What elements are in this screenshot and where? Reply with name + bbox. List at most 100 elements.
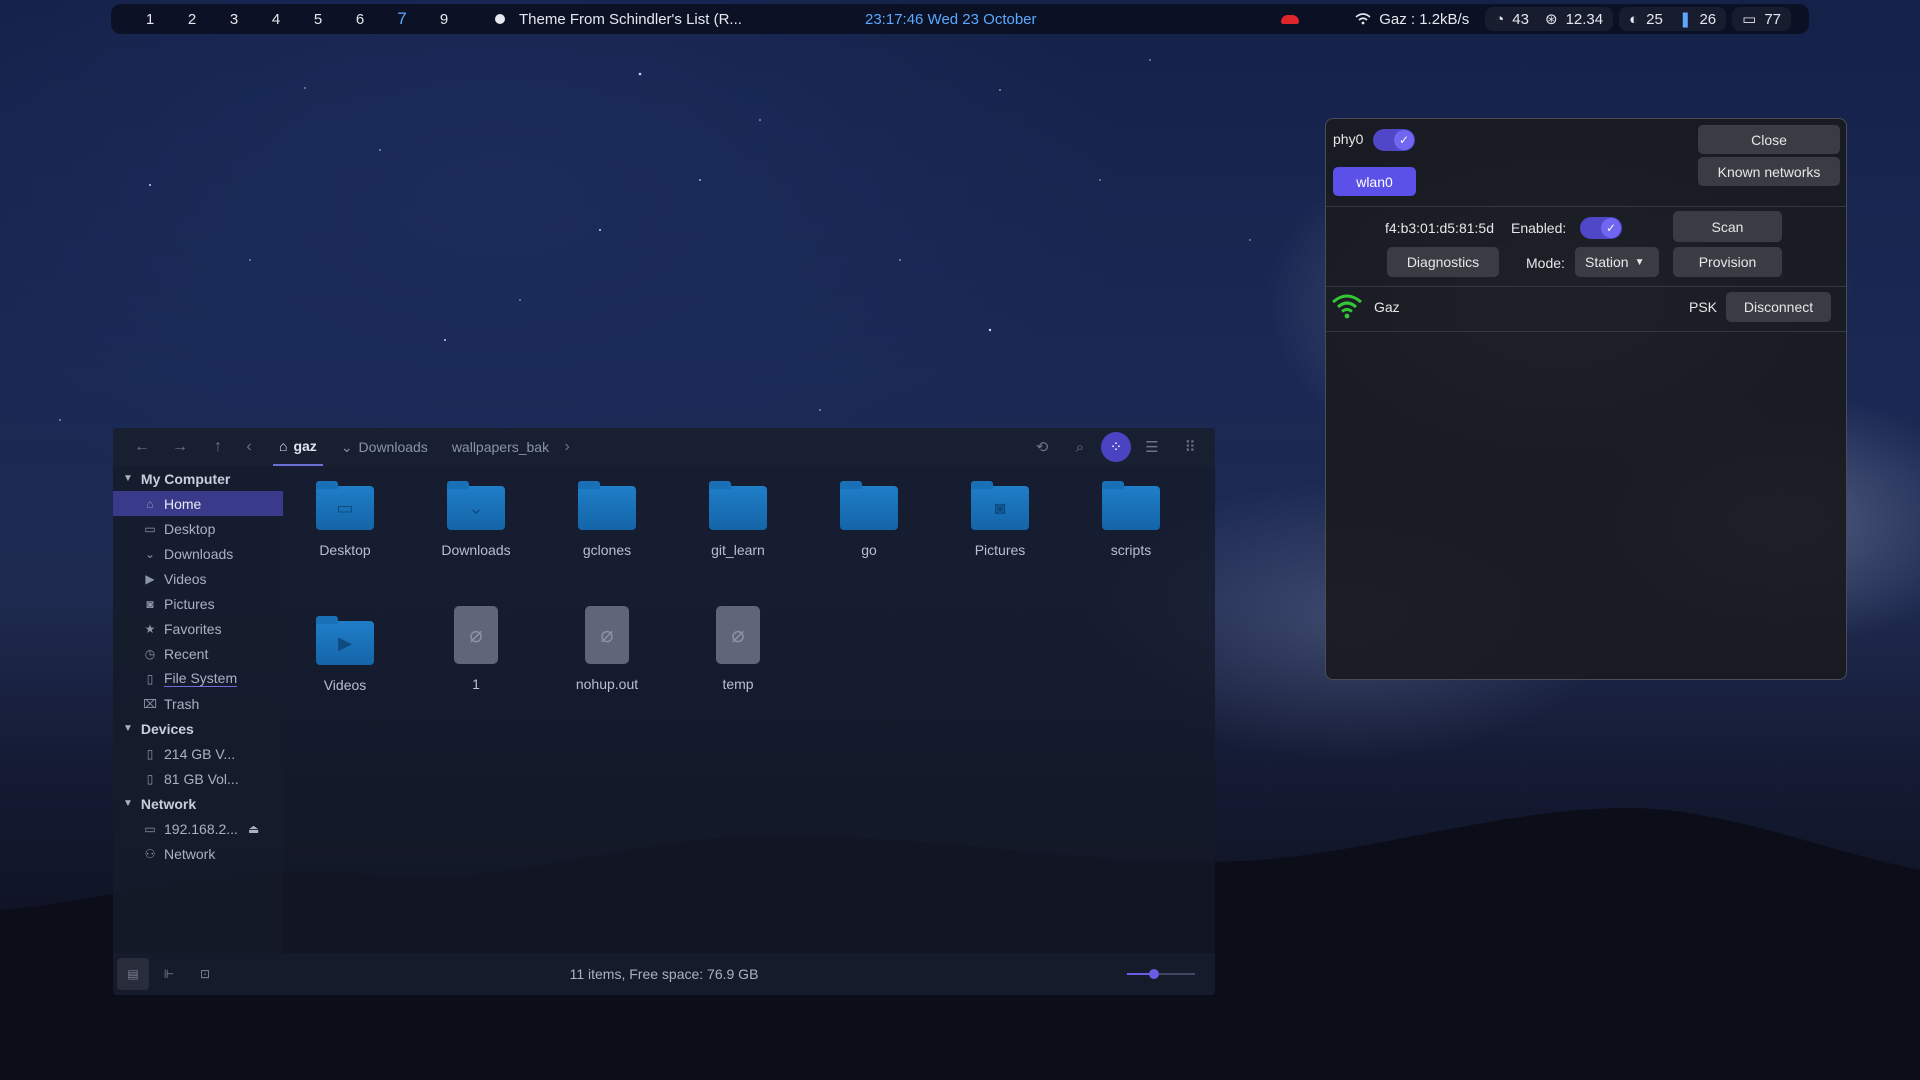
- sidebar-item-home[interactable]: ⌂ Home: [113, 491, 283, 516]
- chevron-left-icon[interactable]: ‹: [237, 438, 261, 456]
- known-networks-button[interactable]: Known networks: [1698, 157, 1840, 186]
- expand-triangle-icon: ▼: [123, 473, 133, 484]
- wifi-module[interactable]: Gaz : 1.2kB/s: [1345, 7, 1479, 31]
- paperclip-icon: ⌀: [454, 606, 498, 664]
- chevron-right-icon[interactable]: ›: [555, 438, 579, 456]
- provision-button[interactable]: Provision: [1673, 247, 1782, 277]
- section-network[interactable]: ▼ Network: [113, 791, 283, 816]
- folder-item[interactable]: go: [809, 481, 929, 558]
- item-label: gclones: [582, 542, 632, 558]
- mode-dropdown[interactable]: Station ▼: [1575, 247, 1659, 277]
- folder-item[interactable]: scripts: [1071, 481, 1191, 558]
- phy-toggle[interactable]: ✓: [1373, 129, 1415, 151]
- reload-icon[interactable]: ⟲: [1025, 432, 1059, 462]
- workspace-7[interactable]: 7: [381, 9, 423, 29]
- scan-button[interactable]: Scan: [1673, 211, 1782, 242]
- item-label: nohup.out: [575, 676, 639, 692]
- clock[interactable]: 23:17:46 Wed 23 October: [865, 11, 1037, 28]
- forward-arrow-icon[interactable]: →: [161, 438, 199, 456]
- sidebar-item-videos[interactable]: ▶ Videos: [113, 566, 283, 591]
- eject-icon[interactable]: ⏏: [248, 822, 259, 836]
- folder-icon: [709, 481, 767, 530]
- sidebar-item-device[interactable]: ▯ 214 GB V...: [113, 741, 283, 766]
- zoom-slider[interactable]: [1127, 969, 1195, 979]
- camera-icon: ◙: [146, 596, 154, 611]
- expand-triangle-icon: ▼: [123, 798, 133, 809]
- breadcrumb-downloads[interactable]: ⌄ Downloads: [335, 428, 434, 466]
- sidebar-item-pictures[interactable]: ◙ Pictures: [113, 591, 283, 616]
- weather-icon[interactable]: [1281, 14, 1300, 24]
- drive-icon: ▯: [146, 746, 154, 761]
- fm-statusbar: ▤ ⊩ ⊡ 11 items, Free space: 76.9 GB: [113, 953, 1215, 995]
- breadcrumb-home[interactable]: ⌂ gaz: [273, 428, 323, 466]
- section-my-computer[interactable]: ▼ My Computer: [113, 466, 283, 491]
- workspace-5[interactable]: 5: [297, 11, 339, 28]
- file-item[interactable]: ⌀ nohup.out: [547, 606, 667, 692]
- battery-value: 77: [1764, 10, 1781, 28]
- brightness-value[interactable]: 25: [1646, 11, 1663, 28]
- system-group: ◔ 43 ⊛ 12.34: [1485, 7, 1614, 31]
- sidebar-item-downloads[interactable]: ⌄ Downloads: [113, 541, 283, 566]
- folder-item[interactable]: ▶ Videos: [285, 616, 405, 693]
- status-text: 11 items, Free space: 76.9 GB: [569, 966, 759, 982]
- grid-view-icon[interactable]: ⁘: [1101, 432, 1131, 462]
- workspace-2[interactable]: 2: [171, 11, 213, 28]
- folder-item[interactable]: gclones: [547, 481, 667, 558]
- divider: [1326, 286, 1846, 287]
- mac-address: f4:b3:01:d5:81:5d: [1385, 220, 1494, 236]
- sidebar-item-label: Downloads: [164, 545, 234, 562]
- mode-value: Station: [1585, 254, 1629, 270]
- battery-module[interactable]: ▭ 77: [1732, 7, 1791, 31]
- file-item[interactable]: ⌀ temp: [678, 606, 798, 692]
- folder-item[interactable]: git_learn: [678, 481, 798, 558]
- sidebar-item-desktop[interactable]: ▭ Desktop: [113, 516, 283, 541]
- list-view-icon[interactable]: ☰: [1135, 432, 1169, 462]
- workspace-3[interactable]: 3: [213, 11, 255, 28]
- camera-glyph-icon: ◙: [994, 498, 1006, 518]
- item-label: git_learn: [711, 542, 765, 558]
- sidebar-item-label: File System: [164, 670, 238, 687]
- interface-wlan0-button[interactable]: wlan0: [1333, 167, 1416, 196]
- search-icon[interactable]: ⌕: [1063, 432, 1097, 462]
- item-label: scripts: [1110, 542, 1152, 558]
- folder-item[interactable]: ⌄ Downloads: [416, 481, 536, 558]
- sidebar-item-label: Trash: [164, 695, 200, 712]
- sidebar-item-file-system[interactable]: ▯ File System: [113, 666, 283, 691]
- item-label: Desktop: [319, 542, 371, 558]
- video-icon: ▶: [145, 571, 155, 586]
- drive-icon: ▯: [146, 771, 154, 786]
- media-player[interactable]: Theme From Schindler's List (R...: [495, 11, 785, 28]
- workspace-1[interactable]: 1: [129, 11, 171, 28]
- download-icon: ⌄: [144, 546, 156, 561]
- sidebar-item-favorites[interactable]: ★ Favorites: [113, 616, 283, 641]
- back-arrow-icon[interactable]: ←: [123, 438, 161, 456]
- media-title: Theme From Schindler's List (R...: [519, 10, 742, 28]
- breadcrumb-wallpapers[interactable]: wallpapers_bak: [446, 428, 555, 466]
- sidebar-item-device[interactable]: ▯ 81 GB Vol...: [113, 766, 283, 791]
- workspace-9[interactable]: 9: [423, 11, 465, 28]
- workspace-4[interactable]: 4: [255, 11, 297, 28]
- home-icon: ⌂: [146, 496, 154, 511]
- network-icon: ⚇: [144, 846, 156, 861]
- breadcrumb-label: Downloads: [358, 439, 428, 455]
- sidebar-item-label: Recent: [164, 645, 209, 662]
- sidebar-item-trash[interactable]: ⌧ Trash: [113, 691, 283, 716]
- enabled-toggle[interactable]: ✓: [1580, 217, 1622, 239]
- sidebar-item-network[interactable]: ⚇ Network: [113, 841, 283, 866]
- close-button[interactable]: Close: [1698, 125, 1840, 154]
- sidebar-item-recent[interactable]: ◷ Recent: [113, 641, 283, 666]
- section-devices[interactable]: ▼ Devices: [113, 716, 283, 741]
- wifi-status: Gaz : 1.2kB/s: [1379, 10, 1470, 28]
- file-item[interactable]: ⌀ 1: [416, 606, 536, 692]
- compact-view-icon[interactable]: ⠿: [1173, 432, 1207, 462]
- up-arrow-icon[interactable]: ↑: [199, 438, 237, 456]
- folder-item[interactable]: ▭ Desktop: [285, 481, 405, 558]
- fm-view-tools: ⟲ ⌕ ⁘ ☰ ⠿: [1025, 428, 1207, 466]
- diagnostics-button[interactable]: Diagnostics: [1387, 247, 1499, 277]
- video-glyph-icon: ▶: [338, 633, 352, 653]
- disconnect-button[interactable]: Disconnect: [1726, 292, 1831, 322]
- sidebar-item-network-share[interactable]: ▭ 192.168.2... ⏏: [113, 816, 283, 841]
- download-glyph-icon: ⌄: [468, 498, 484, 518]
- workspace-6[interactable]: 6: [339, 11, 381, 28]
- folder-item[interactable]: ◙ Pictures: [940, 481, 1060, 558]
